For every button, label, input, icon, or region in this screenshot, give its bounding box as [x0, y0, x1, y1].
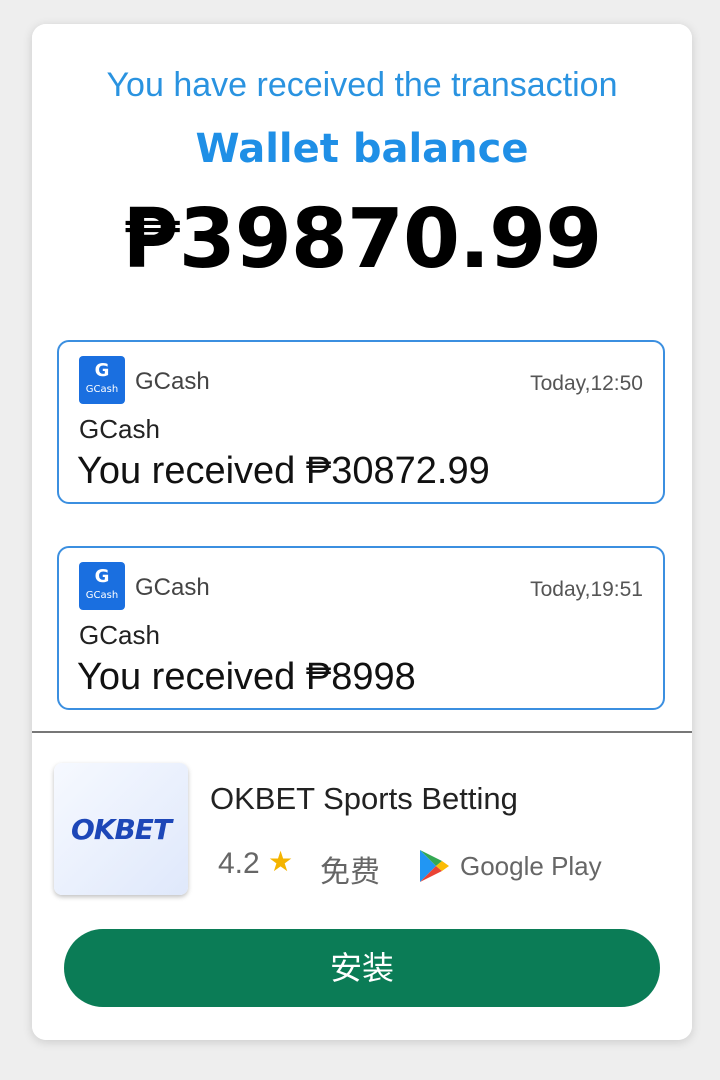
star-icon: ★: [268, 845, 294, 878]
notification-item: G GCash GCash Today,12:50 GCash You rece…: [57, 340, 665, 504]
notification-message: You received ₱8998: [77, 656, 416, 698]
notification-message: You received ₱30872.99: [77, 450, 490, 492]
gcash-icon: G GCash: [79, 562, 125, 610]
ad-rating: 4.2: [218, 847, 260, 880]
notification-sender: GCash: [79, 620, 160, 650]
wallet-label: Wallet balance: [195, 126, 529, 172]
wallet-balance: ₱39870.99: [122, 192, 603, 287]
gcash-icon: G GCash: [79, 356, 125, 404]
app-install-ad: OKBET OKBET Sports Betting 4.2 ★ 免费 Goog…: [32, 733, 692, 1040]
notification-sender: GCash: [79, 414, 160, 444]
ad-app-title[interactable]: OKBET Sports Betting: [210, 781, 518, 817]
notification-app-name: GCash: [135, 574, 210, 601]
transaction-banner[interactable]: You have received the transaction Wallet…: [32, 24, 692, 731]
notification-item: G GCash GCash Today,19:51 GCash You rece…: [57, 546, 665, 710]
notification-time: Today,12:50: [530, 372, 643, 395]
notification-time: Today,19:51: [530, 578, 643, 601]
google-play-label: Google Play: [460, 851, 602, 881]
notification-card: You have received the transaction Wallet…: [32, 24, 692, 1040]
google-play-icon: [420, 850, 449, 882]
logo-text: OKBET: [70, 812, 172, 846]
install-button[interactable]: 安装: [64, 929, 660, 1007]
ad-price: 免费: [320, 855, 380, 890]
notification-app-name: GCash: [135, 368, 210, 395]
okbet-logo[interactable]: OKBET: [54, 763, 188, 895]
received-text: You have received the transaction: [106, 66, 618, 104]
